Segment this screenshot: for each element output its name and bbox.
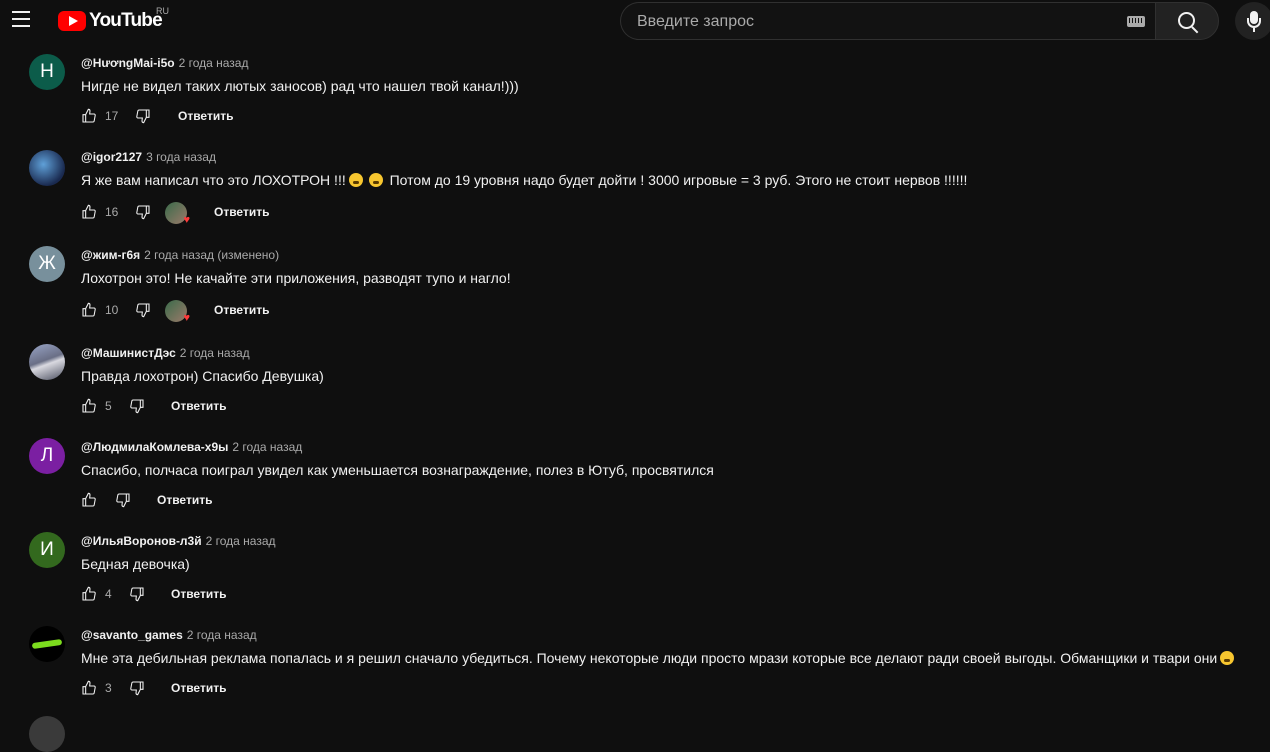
voice-search-button[interactable]: [1235, 2, 1270, 40]
comment-author[interactable]: @жим-г6я: [81, 248, 140, 262]
comment-time[interactable]: 2 года назад: [206, 534, 276, 548]
channel-logo-icon: [31, 638, 63, 650]
comment-text: Нигде не видел таких лютых заносов) рад …: [81, 78, 519, 94]
reply-button[interactable]: Ответить: [178, 109, 233, 123]
like-count: 5: [105, 399, 112, 413]
comment-header: @HươngMai-i5o 2 года назад: [81, 56, 248, 70]
comment-text-part: Я же вам написал что это ЛОХОТРОН !!!: [81, 172, 346, 188]
comment-header: @ЛюдмилаКомлева-х9ы 2 года назад: [81, 440, 302, 454]
like-icon[interactable]: [81, 680, 97, 696]
youtube-logo[interactable]: YouTube: [58, 10, 163, 32]
dislike-icon[interactable]: [135, 108, 151, 124]
keyboard-icon[interactable]: [1127, 16, 1145, 27]
like-icon[interactable]: [81, 398, 97, 414]
dislike-icon[interactable]: [129, 680, 145, 696]
comment-author[interactable]: @МашинистДэс: [81, 346, 176, 360]
like-icon[interactable]: [81, 586, 97, 602]
comment-text-part: Мне эта дебильная реклама попалась и я р…: [81, 650, 1218, 666]
avatar[interactable]: Л: [29, 438, 65, 474]
avatar[interactable]: [29, 626, 65, 662]
dislike-icon[interactable]: [115, 492, 131, 508]
comment-text: Лохотрон это! Не качайте эти приложения,…: [81, 270, 511, 286]
reply-button[interactable]: Ответить: [214, 303, 269, 317]
heart-icon: ♥: [183, 312, 190, 324]
comment-author[interactable]: @ИльяВоронов-л3й: [81, 534, 202, 548]
comment-text: Мне эта дебильная реклама попалась и я р…: [81, 650, 1237, 666]
comment-header: @savanto_games 2 года назад: [81, 628, 257, 642]
search-button[interactable]: [1155, 2, 1219, 40]
youtube-play-icon: [58, 11, 86, 31]
comment-text: Я же вам написал что это ЛОХОТРОН !!! По…: [81, 172, 967, 188]
avatar-letter: Л: [40, 445, 54, 466]
surprised-emoji-icon: [348, 173, 363, 187]
comment-author[interactable]: @igor2127: [81, 150, 142, 164]
logo-text: YouTube: [89, 10, 163, 31]
dislike-icon[interactable]: [135, 302, 151, 318]
comment-text: Правда лохотрон) Спасибо Девушка): [81, 368, 324, 384]
menu-icon[interactable]: [12, 11, 32, 31]
search-box: [620, 2, 1155, 41]
comment-header: @МашинистДэс 2 года назад: [81, 346, 250, 360]
avatar[interactable]: [29, 344, 65, 380]
comment-author[interactable]: @savanto_games: [81, 628, 183, 642]
reply-button[interactable]: Ответить: [171, 587, 226, 601]
comment-time[interactable]: 3 года назад: [146, 150, 216, 164]
dislike-icon[interactable]: [129, 398, 145, 414]
reply-button[interactable]: Ответить: [157, 493, 212, 507]
like-icon[interactable]: [81, 108, 97, 124]
avatar[interactable]: Ж: [29, 246, 65, 282]
comment-time[interactable]: 2 года назад (изменено): [144, 248, 279, 262]
creator-heart-badge[interactable]: ♥: [165, 300, 190, 324]
like-icon[interactable]: [81, 492, 97, 508]
avatar-letter: Ж: [38, 253, 56, 274]
comment-text: Бедная девочка): [81, 556, 190, 572]
like-count: 3: [105, 681, 112, 695]
comment-header: @жим-г6я 2 года назад (изменено): [81, 248, 279, 262]
grinning-emoji-icon: [368, 173, 383, 187]
avatar[interactable]: Н: [29, 54, 65, 90]
comment-time[interactable]: 2 года назад: [179, 56, 249, 70]
search-input[interactable]: [635, 3, 1119, 41]
comment-time[interactable]: 2 года назад: [180, 346, 250, 360]
comment-time[interactable]: 2 года назад: [232, 440, 302, 454]
reply-button[interactable]: Ответить: [214, 205, 269, 219]
like-count: 10: [105, 303, 119, 317]
dislike-icon[interactable]: [129, 586, 145, 602]
comment-author[interactable]: @HươngMai-i5o: [81, 56, 175, 70]
avatar-letter: И: [40, 539, 54, 560]
avatar[interactable]: И: [29, 532, 65, 568]
avatar[interactable]: [29, 150, 65, 186]
comment-time[interactable]: 2 года назад: [187, 628, 257, 642]
comment-author[interactable]: @ЛюдмилаКомлева-х9ы: [81, 440, 228, 454]
comment-text: Спасибо, полчаса поиграл увидел как умен…: [81, 462, 714, 478]
comment-text-part: Потом до 19 уровня надо будет дойти ! 30…: [385, 172, 968, 188]
comment-header: @ИльяВоронов-л3й 2 года назад: [81, 534, 276, 548]
like-count: 17: [105, 109, 119, 123]
sad-emoji-icon: [1220, 651, 1235, 665]
heart-icon: ♥: [183, 214, 190, 226]
like-icon[interactable]: [81, 204, 97, 220]
reply-button[interactable]: Ответить: [171, 681, 226, 695]
top-bar: YouTube RU: [0, 0, 1270, 42]
creator-heart-badge[interactable]: ♥: [165, 202, 190, 226]
like-icon[interactable]: [81, 302, 97, 318]
country-code: RU: [156, 6, 169, 16]
reply-button[interactable]: Ответить: [171, 399, 226, 413]
like-count: 4: [105, 587, 112, 601]
avatar-letter: Н: [40, 61, 54, 82]
like-count: 16: [105, 205, 119, 219]
comment-header: @igor2127 3 года назад: [81, 150, 216, 164]
avatar[interactable]: [29, 716, 65, 752]
dislike-icon[interactable]: [135, 204, 151, 220]
